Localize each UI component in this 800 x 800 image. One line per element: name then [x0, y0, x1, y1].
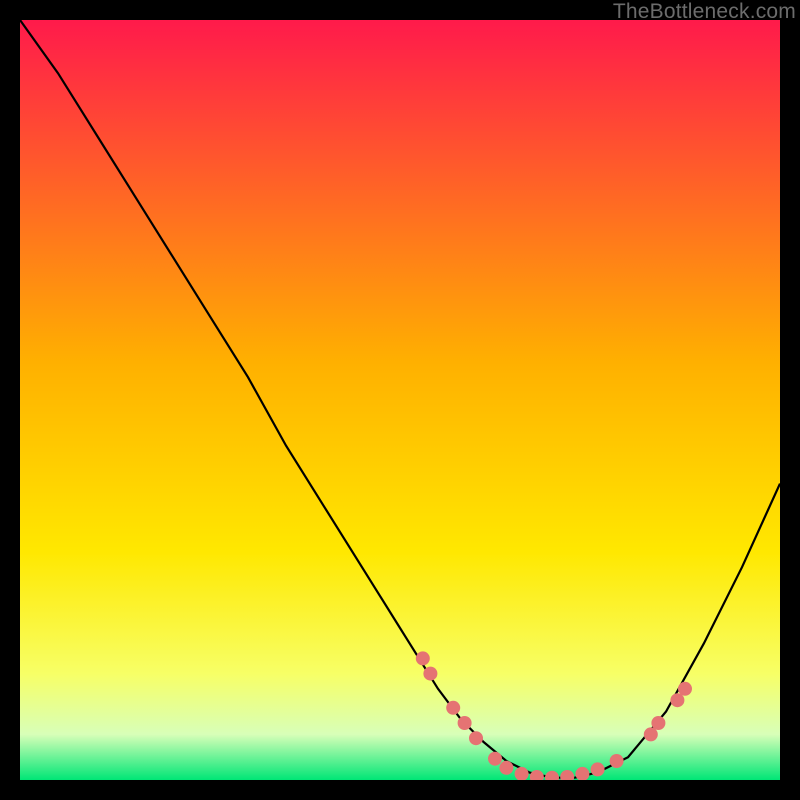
highlight-dot — [469, 731, 483, 745]
highlight-dot — [591, 762, 605, 776]
highlight-dot — [610, 754, 624, 768]
highlight-dot — [499, 761, 513, 775]
highlight-dot — [458, 716, 472, 730]
highlight-dot — [651, 716, 665, 730]
chart-frame — [20, 20, 780, 780]
highlight-dot — [670, 693, 684, 707]
highlight-dot — [678, 682, 692, 696]
highlight-dot — [488, 752, 502, 766]
highlight-dot — [416, 651, 430, 665]
highlight-dot — [644, 727, 658, 741]
highlight-dot — [423, 667, 437, 681]
chart-canvas — [20, 20, 780, 780]
chart-background — [20, 20, 780, 780]
highlight-dot — [446, 701, 460, 715]
watermark-text: TheBottleneck.com — [613, 0, 796, 24]
